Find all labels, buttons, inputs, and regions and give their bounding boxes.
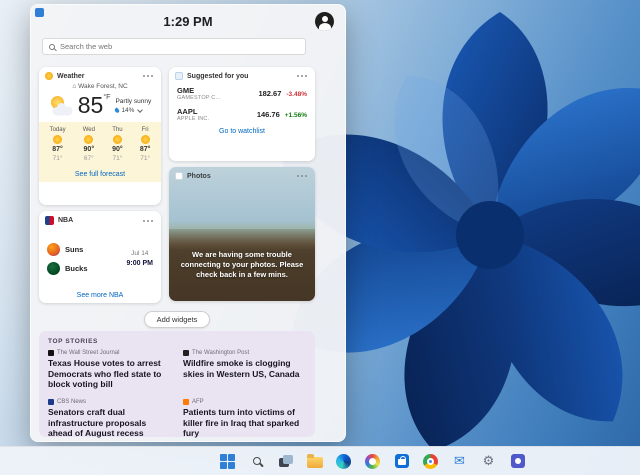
news-article[interactable]: The Washington Post Wildfire smoke is cl… [183,350,306,390]
cbs-favicon [48,399,54,405]
photos-widget[interactable]: Photos We are having some trouble connec… [169,167,315,301]
precip-chance: 14% [115,107,151,114]
afp-favicon [183,399,189,405]
suns-logo-icon [47,243,60,256]
stock-change: +1.56% [285,112,307,119]
task-view-icon[interactable] [276,451,296,471]
sun-icon [141,135,150,144]
suggested-widget[interactable]: Suggested for you GME GAMESTOP C... 182.… [169,67,315,161]
home-icon: ⌂ [72,83,76,90]
article-headline: Wildfire smoke is clogging skies in West… [183,358,306,379]
news-article[interactable]: CBS News Senators craft dual infrastruct… [48,399,171,439]
article-source: CBS News [57,399,86,405]
news-article[interactable]: The Wall Street Journal Texas House vote… [48,350,171,390]
weather-widget[interactable]: Weather ⌂ Wake Forest, NC 85°F Partly su… [39,67,161,205]
team-name: Suns [65,245,83,254]
chrome-icon[interactable] [421,451,441,471]
article-headline: Patients turn into victims of killer fir… [183,407,306,439]
more-options-icon[interactable] [295,173,309,179]
widgets-panel: 1:29 PM Weather ⌂ Wake Forest, NC 85°F P… [30,4,346,442]
sun-icon [53,135,62,144]
desktop: 1:29 PM Weather ⌂ Wake Forest, NC 85°F P… [0,0,640,475]
see-full-forecast-link[interactable]: See full forecast [39,168,161,182]
nba-logo-icon [45,216,54,225]
game-time: 9:00 PM [127,260,153,267]
mail-icon[interactable]: ✉ [450,451,470,471]
see-more-nba-link[interactable]: See more NBA [39,289,161,303]
photos-app-icon[interactable] [363,451,383,471]
settings-icon[interactable]: ⚙ [479,451,499,471]
bucks-logo-icon [47,262,60,275]
stock-row[interactable]: GME GAMESTOP C... 182.67 -3.48% [169,83,315,104]
stock-row[interactable]: AAPL APPLE INC. 146.76 +1.56% [169,104,315,125]
start-button[interactable] [218,451,238,471]
photos-error-overlay: We are having some trouble connecting to… [169,229,315,301]
sun-icon [84,135,93,144]
taskbar: ✉ ⚙ [0,446,640,475]
taskbar-search-icon[interactable] [247,451,267,471]
panel-clock: 1:29 PM [31,14,345,29]
photos-error-message: We are having some trouble connecting to… [179,250,305,280]
forecast-day: Thu 90° 71° [112,127,123,162]
forecast-day: Today 87° 71° [50,127,66,162]
weather-location: ⌂ Wake Forest, NC [39,83,161,90]
weather-condition: Partly sunny [115,98,151,105]
more-options-icon[interactable] [295,73,309,79]
photos-icon [175,172,183,180]
forecast-day: Wed 90° 67° [83,127,95,162]
photos-title: Photos [187,173,211,180]
user-avatar[interactable] [315,12,334,31]
search-icon [49,44,55,50]
more-options-icon[interactable] [141,218,155,224]
team-name: Bucks [65,264,88,273]
wapo-favicon [183,350,189,356]
nba-title: NBA [58,217,73,224]
current-temperature: 85°F [78,94,111,117]
go-to-watchlist-link[interactable]: Go to watchlist [169,125,315,139]
wsj-favicon [48,350,54,356]
web-search-bar[interactable] [42,38,306,55]
stock-price: 182.67 [258,89,281,98]
teams-icon[interactable] [508,451,528,471]
suggestion-icon [175,72,183,80]
game-date: Jul 14 [131,250,148,257]
stock-name: GAMESTOP C... [177,95,221,101]
article-source: The Washington Post [192,350,249,356]
suggested-title: Suggested for you [187,73,248,80]
news-article[interactable]: AFP Patients turn into victims of killer… [183,399,306,439]
team-row: Suns [47,243,88,256]
raindrop-icon [114,107,120,113]
chevron-down-icon [138,107,144,113]
stock-symbol: AAPL [177,107,209,116]
add-widgets-button[interactable]: Add widgets [144,311,211,328]
nba-game[interactable]: Suns Bucks Jul 14 9:00 PM [39,228,161,289]
stock-change: -3.48% [286,91,307,98]
stock-price: 146.76 [257,110,280,119]
more-options-icon[interactable] [141,73,155,79]
nba-widget[interactable]: NBA Suns Bucks Jul 14 9:00 PM [39,211,161,303]
weather-icon [45,72,53,80]
article-source: The Wall Street Journal [57,350,119,356]
weather-current: 85°F Partly sunny 14% [39,90,161,122]
team-row: Bucks [47,262,88,275]
article-headline: Senators craft dual infrastructure propo… [48,407,171,439]
top-stories-label: TOP STORIES [48,338,306,345]
weather-forecast: Today 87° 71° Wed 90° 67° Thu 90° 71° [39,122,161,168]
store-icon[interactable] [392,451,412,471]
file-explorer-icon[interactable] [305,451,325,471]
top-stories-section: TOP STORIES The Wall Street Journal Texa… [39,331,315,437]
weather-title: Weather [57,73,85,80]
stock-symbol: GME [177,86,221,95]
edge-icon[interactable] [334,451,354,471]
sun-icon [113,135,122,144]
search-input[interactable] [60,42,299,51]
stock-name: APPLE INC. [177,116,209,122]
forecast-day: Fri 87° 71° [140,127,151,162]
article-source: AFP [192,399,204,405]
partly-sunny-icon [49,96,73,116]
article-headline: Texas House votes to arrest Democrats wh… [48,358,171,390]
